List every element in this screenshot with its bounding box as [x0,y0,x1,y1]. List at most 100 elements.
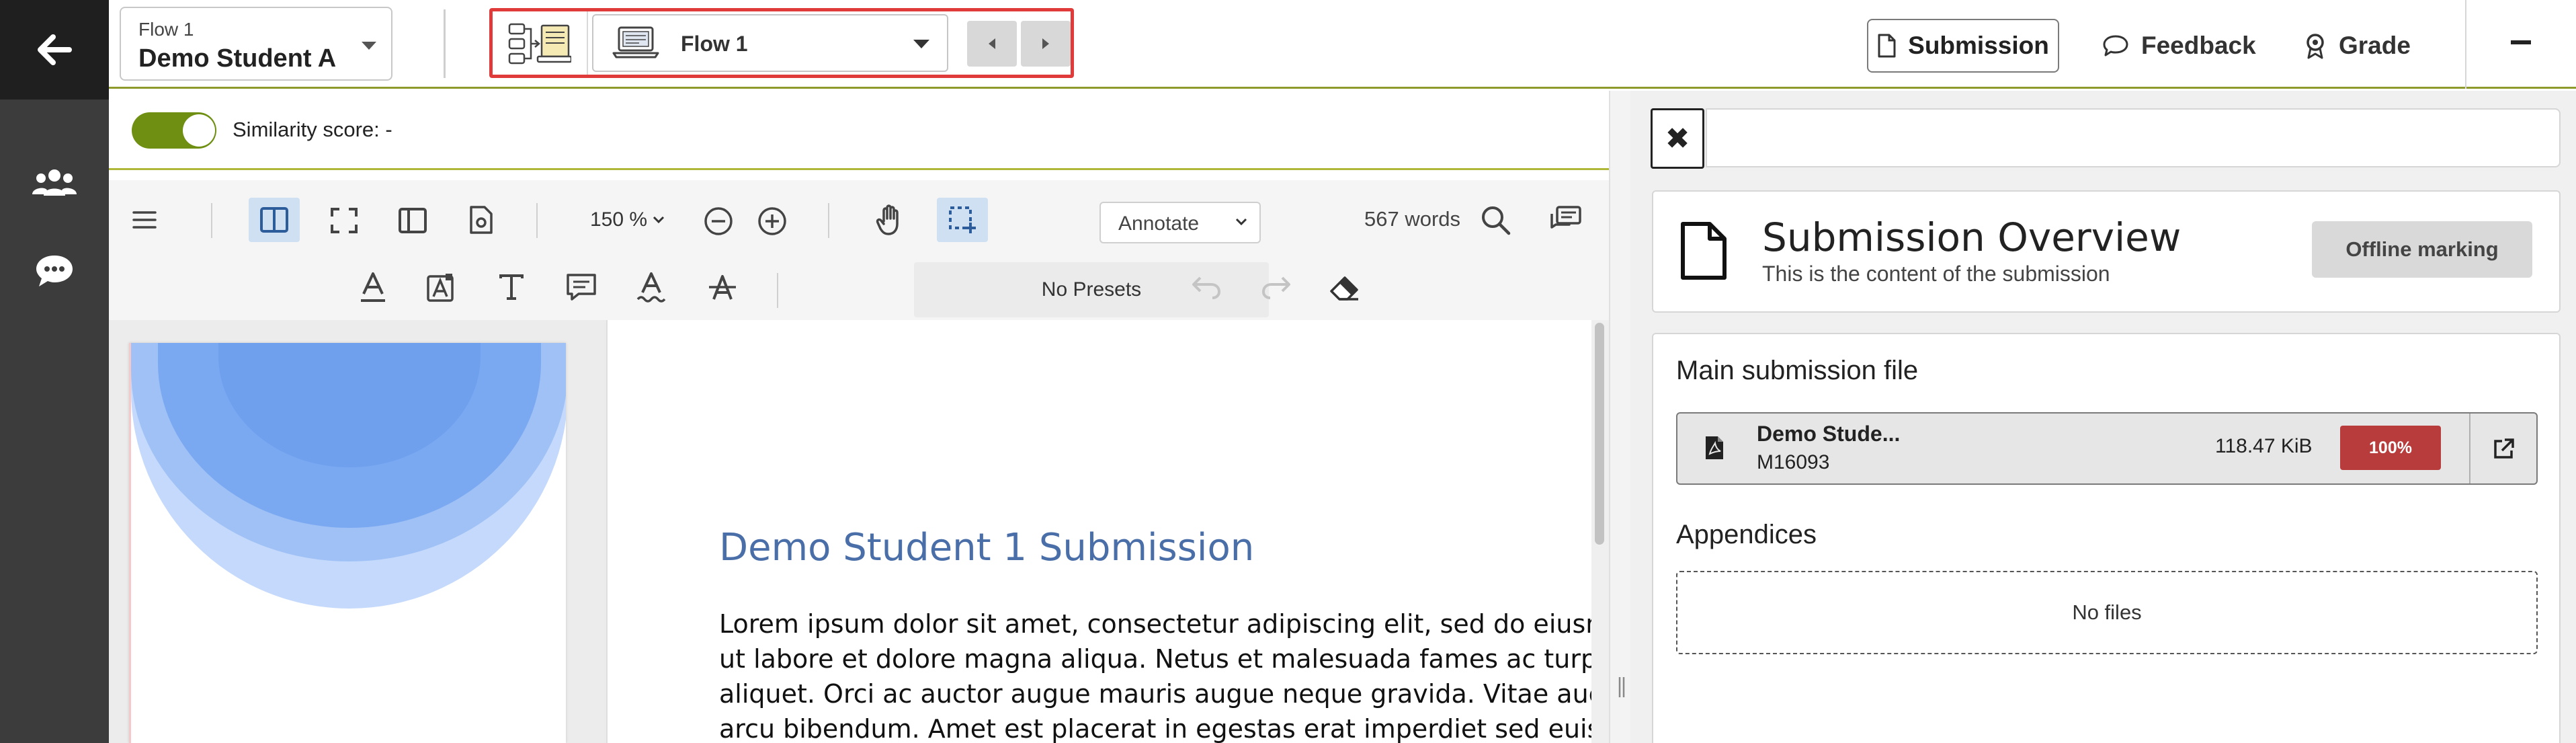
toolbar-separator [211,203,212,238]
strikethrough-icon[interactable] [704,269,741,305]
main-file-heading: Main submission file [1676,356,1919,385]
document-viewer: Demo Student 1 Submission Lorem ipsum do… [608,320,1609,743]
annotate-mode-value: Annotate [1118,212,1200,235]
fullscreen-icon[interactable] [325,202,363,239]
text-underline-icon[interactable] [356,269,390,305]
main-file-row[interactable]: Demo Stude... M16093 118.47 KiB 100% [1676,412,2538,485]
tab-submission[interactable]: Submission [1867,19,2059,73]
flow-next-button[interactable] [1021,21,1071,67]
text-highlight-icon[interactable] [423,269,457,305]
header-divider [444,9,446,78]
document-line: ut labore et dolore magna aliqua. Netus … [719,644,1609,674]
page-thumbnail[interactable] [129,343,566,743]
undo-icon[interactable] [1188,270,1224,304]
chevron-down-icon [1235,218,1247,226]
document-title: Demo Student 1 Submission [719,526,1255,570]
rail-item-participants[interactable] [0,152,109,212]
header-separator [2465,0,2466,89]
annotate-mode-select[interactable]: Annotate [1099,202,1261,243]
toolbar-separator [828,203,829,238]
drag-handle-icon [1618,677,1625,697]
overview-subtitle: This is the content of the submission [1762,262,2110,286]
flow-select-value: Flow 1 [681,32,748,56]
tab-submission-label: Submission [1908,32,2049,59]
student-select-flow-label: Flow 1 [138,19,194,40]
tab-grade-label: Grade [2339,32,2411,59]
document-scrollbar[interactable] [1591,320,1609,743]
annotation-toolbar: No Presets [109,260,1609,320]
flow-select[interactable]: Flow 1 [592,14,948,72]
zoom-out-icon[interactable] [702,204,735,238]
arrow-left-icon [37,34,72,65]
flow-diagram-button[interactable] [493,11,588,75]
student-select[interactable]: Flow 1 Demo Student A [120,7,392,81]
area-select-button[interactable] [937,198,988,242]
appendices-heading: Appendices [1676,520,1817,549]
overview-title: Submission Overview [1762,214,2182,260]
viewer-toolbar: 150 % Annotate 567 words [109,180,1609,260]
tab-grade[interactable]: Grade [2304,19,2411,73]
student-select-value: Demo Student A [138,44,337,73]
file-size: 118.47 KiB [2215,435,2313,457]
zoom-level: 150 % [590,208,648,231]
document-icon [1680,221,1727,280]
document-line: aliquet. Orci ac auctor augue mauris aug… [719,679,1609,709]
word-count: 567 words [1364,207,1461,231]
squiggly-text-icon[interactable] [633,269,669,305]
scrollbar-thumb[interactable] [1595,323,1604,545]
flow-switcher: Flow 1 [489,8,1074,78]
award-ribbon-icon [2304,32,2327,59]
file-id: M16093 [1757,451,1830,473]
zoom-in-icon[interactable] [755,204,789,238]
left-rail [0,0,109,743]
caret-down-icon [913,40,929,48]
caret-left-icon [987,38,997,50]
caret-right-icon [1041,38,1050,50]
toggle-knob [183,114,215,147]
document-line: Lorem ipsum dolor sit amet, consectetur … [719,609,1609,639]
redo-icon[interactable] [1258,270,1294,304]
minimize-icon[interactable] [2511,40,2531,44]
open-file-button[interactable] [2469,414,2538,483]
sidebar-toggle-button[interactable] [249,198,300,242]
tab-feedback-label: Feedback [2141,32,2256,59]
text-box-icon[interactable] [495,269,528,305]
search-icon[interactable] [1477,202,1513,238]
flow-diagram-icon [508,22,571,65]
similarity-toggle[interactable] [132,112,216,149]
flow-previous-button[interactable] [967,21,1017,67]
tab-feedback[interactable]: Feedback [2102,19,2256,73]
document-settings-icon[interactable] [462,200,500,239]
comment-annotation-icon[interactable] [563,269,599,305]
page-thumbnails [109,320,608,743]
zoom-select[interactable]: 150 % [590,208,665,231]
offline-marking-button[interactable]: Offline marking [2312,221,2532,278]
users-icon [32,169,77,196]
eraser-icon[interactable] [1327,270,1363,304]
caret-down-icon [362,42,376,50]
submission-overview-card: Submission Overview This is the content … [1652,190,2561,313]
toolbar-separator [536,203,538,238]
document-line: arcu bibendum. Amet est placerat in eges… [719,714,1609,743]
external-link-icon [2493,437,2516,460]
close-button[interactable]: ✖ [1651,108,1704,169]
panel-splitter[interactable] [1609,91,1630,743]
rail-item-comments[interactable] [0,241,109,301]
back-button[interactable] [0,0,109,100]
split-view-icon [259,206,289,233]
similarity-bar: Similarity score: - [109,91,1609,170]
document-icon [1877,34,1896,58]
chat-bubble-icon [35,254,74,288]
submission-panel: ✖ Submission Overview This is the conten… [1630,91,2576,743]
submission-files-card: Main submission file Demo Stude... M1609… [1652,333,2561,743]
laptop-icon [612,26,659,58]
cover-graphic [131,343,566,609]
appendices-dropzone[interactable]: No files [1676,571,2538,654]
menu-icon[interactable] [128,204,161,235]
pan-hand-icon[interactable] [871,200,909,239]
chevron-down-icon [653,216,665,224]
single-page-view-icon[interactable] [394,202,431,239]
comments-panel-icon[interactable] [1546,202,1585,238]
speech-bubble-icon [2102,34,2129,57]
similarity-score-label: Similarity score: - [233,118,392,141]
